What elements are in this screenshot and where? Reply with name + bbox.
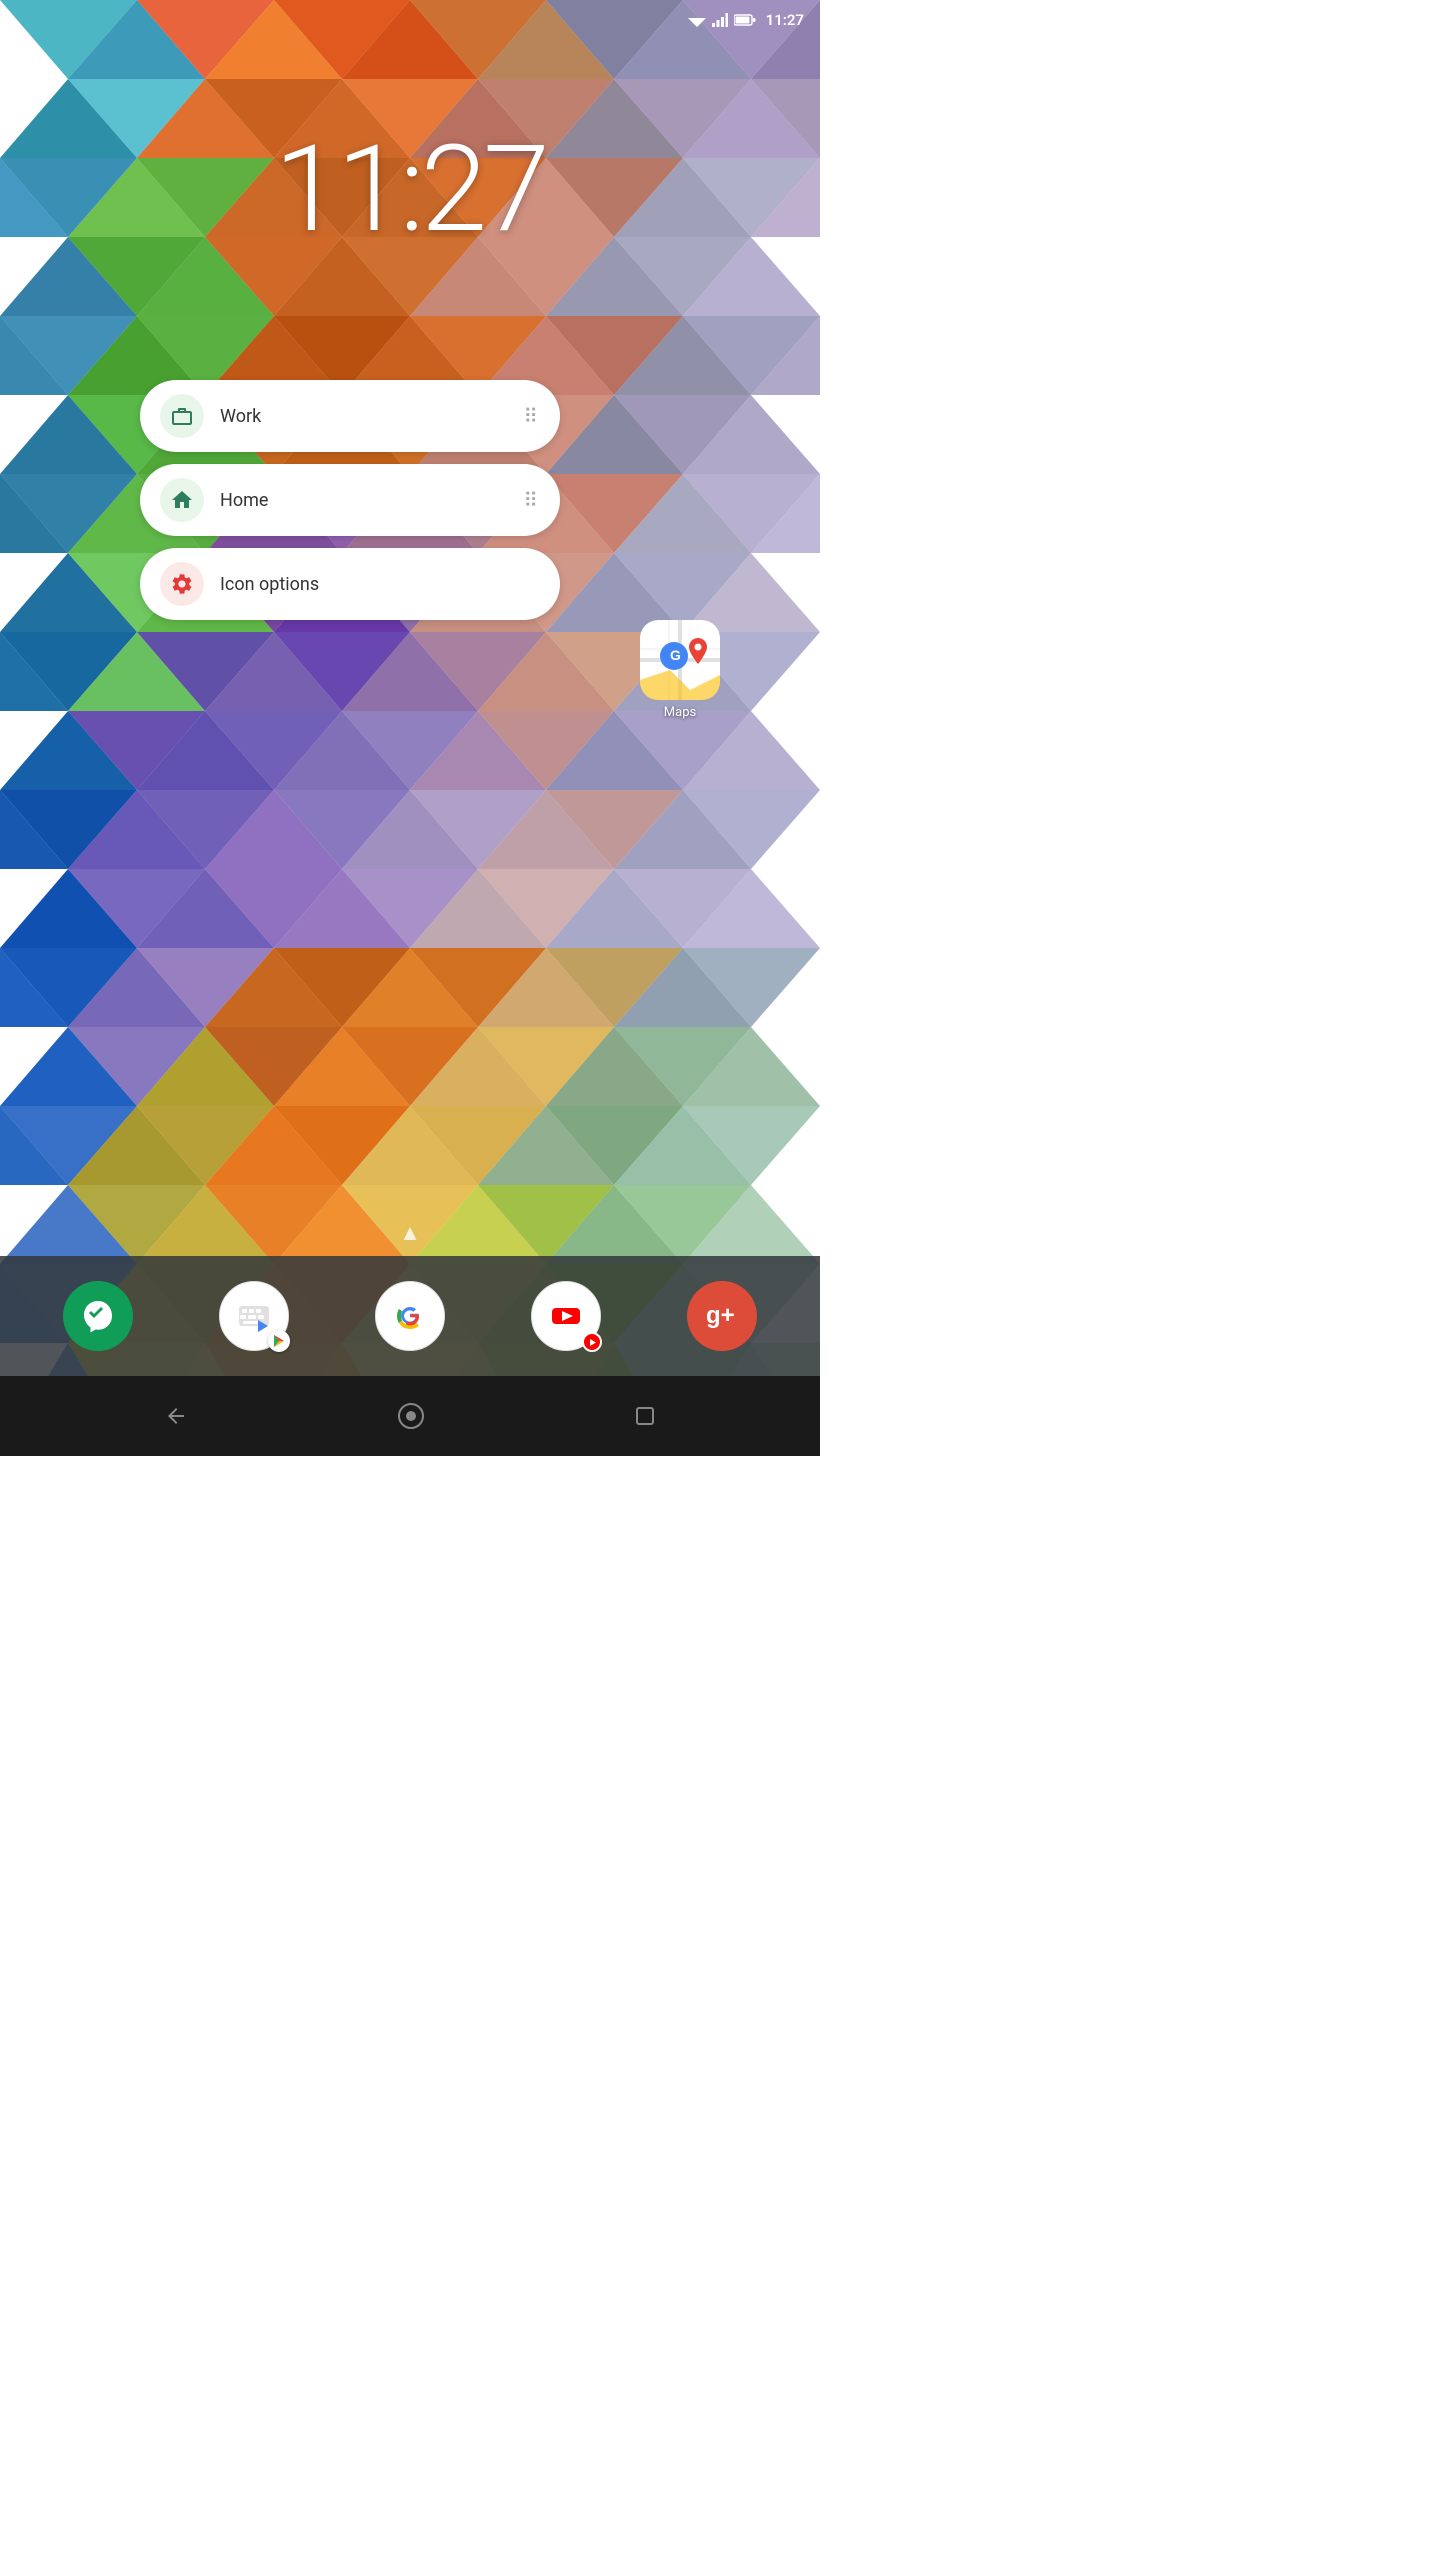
status-time: 11:27 <box>766 11 804 29</box>
svg-text:g+: g+ <box>706 1302 735 1329</box>
back-button[interactable] <box>164 1404 188 1428</box>
status-bar: 11:27 <box>0 0 820 40</box>
dock-keyboard[interactable] <box>219 1281 289 1351</box>
home-icon-container <box>160 478 204 522</box>
battery-icon <box>734 14 756 26</box>
dock-google[interactable] <box>375 1281 445 1351</box>
work-label: Work <box>220 406 523 427</box>
settings-icon-container <box>160 562 204 606</box>
settings-icon <box>170 572 194 596</box>
dock-hangouts[interactable] <box>63 1281 133 1351</box>
dock: g+ <box>0 1256 820 1376</box>
recents-button[interactable] <box>634 1405 656 1427</box>
home-label: Home <box>220 490 523 511</box>
wifi-icon <box>688 13 706 27</box>
home-button[interactable] <box>397 1402 425 1430</box>
home-icon <box>170 488 194 512</box>
home-clock: 11:27 <box>0 120 820 260</box>
work-icon-container <box>160 394 204 438</box>
work-dots: ⠿ <box>523 404 540 428</box>
dock-google-plus[interactable]: g+ <box>687 1281 757 1351</box>
menu-item-icon-options[interactable]: Icon options <box>140 548 560 620</box>
home-dots: ⠿ <box>523 488 540 512</box>
maps-icon: G <box>640 620 720 700</box>
dock-youtube[interactable] <box>531 1281 601 1351</box>
signal-icon <box>712 13 728 27</box>
swipe-up-arrow: ▲ <box>399 1220 421 1246</box>
context-menu: Work ⠿ Home ⠿ Icon options <box>140 380 560 632</box>
maps-app[interactable]: G Maps <box>640 620 720 720</box>
briefcase-icon <box>170 404 194 428</box>
menu-item-home[interactable]: Home ⠿ <box>140 464 560 536</box>
svg-text:G: G <box>670 647 681 663</box>
maps-label: Maps <box>664 705 696 720</box>
nav-bar <box>0 1376 820 1456</box>
icon-options-label: Icon options <box>220 574 540 595</box>
menu-item-work[interactable]: Work ⠿ <box>140 380 560 452</box>
status-bar-right: 11:27 <box>688 11 804 29</box>
